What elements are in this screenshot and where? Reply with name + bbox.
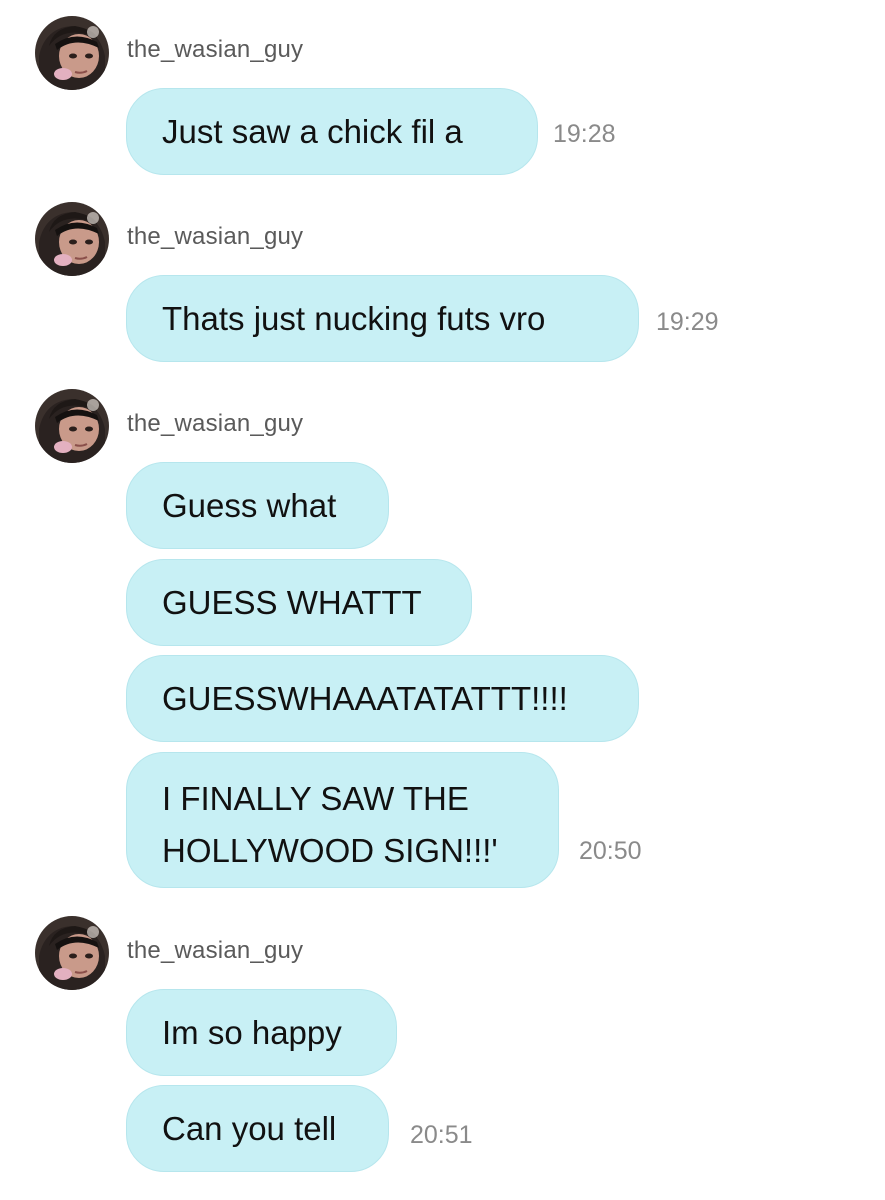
message-bubble[interactable]: GUESS WHATTT <box>126 559 472 646</box>
message-text: Guess what <box>162 486 337 524</box>
message-text: GUESS WHATTT <box>162 583 422 621</box>
avatar[interactable] <box>35 389 109 463</box>
message-bubble[interactable]: Guess what <box>126 462 389 549</box>
message-timestamp: 20:51 <box>410 1121 473 1149</box>
message-text: Thats just nucking futs vro <box>162 299 546 337</box>
sender-username[interactable]: the_wasian_guy <box>127 937 303 965</box>
message-bubble[interactable]: GUESSWHAAATATATTT!!!! <box>126 655 639 742</box>
profile-avatar-photo-icon <box>35 16 109 90</box>
avatar[interactable] <box>35 202 109 276</box>
message-text: I FINALLY SAW THE <box>162 780 469 817</box>
message-bubble[interactable]: Thats just nucking futs vro <box>126 275 639 362</box>
message-text: Im so happy <box>162 1013 342 1051</box>
message-bubble[interactable]: Just saw a chick fil a <box>126 88 538 175</box>
message-text: Can you tell <box>162 1109 337 1147</box>
profile-avatar-photo-icon <box>35 202 109 276</box>
message-text: Just saw a chick fil a <box>162 112 463 150</box>
message-bubble[interactable]: Can you tell <box>126 1085 389 1172</box>
message-bubble[interactable]: Im so happy <box>126 989 397 1076</box>
avatar[interactable] <box>35 16 109 90</box>
sender-username[interactable]: the_wasian_guy <box>127 410 303 438</box>
message-timestamp: 19:28 <box>553 120 616 148</box>
sender-username[interactable]: the_wasian_guy <box>127 36 303 64</box>
message-text: GUESSWHAAATATATTT!!!! <box>162 679 568 717</box>
message-text: HOLLYWOOD SIGN!!!' <box>162 832 498 869</box>
profile-avatar-photo-icon <box>35 389 109 463</box>
profile-avatar-photo-icon <box>35 916 109 990</box>
sender-username[interactable]: the_wasian_guy <box>127 223 303 251</box>
message-timestamp: 19:29 <box>656 308 719 336</box>
message-timestamp: 20:50 <box>579 837 642 865</box>
avatar[interactable] <box>35 916 109 990</box>
message-bubble[interactable]: I FINALLY SAW THE HOLLYWOOD SIGN!!!' <box>126 752 559 888</box>
